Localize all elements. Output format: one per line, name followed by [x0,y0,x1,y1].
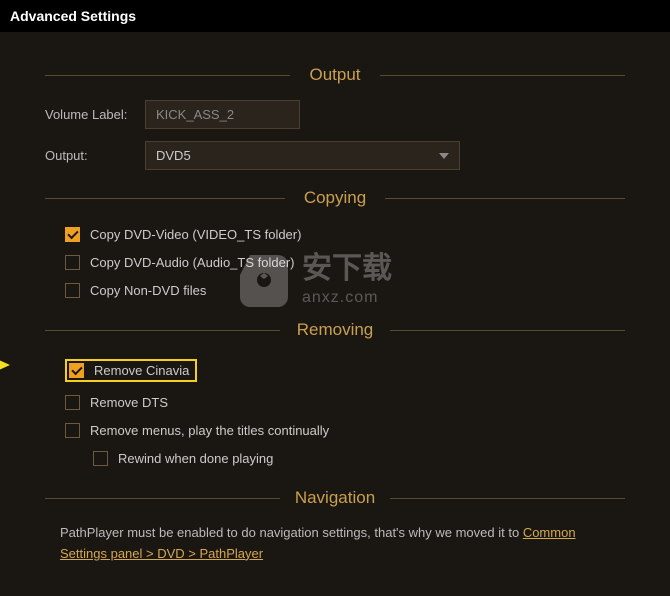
navigation-text: PathPlayer must be enabled to do navigat… [60,523,610,565]
checkbox-icon [65,423,80,438]
highlight-box: Remove Cinavia [65,359,197,382]
output-label-text: Output: [45,148,145,163]
rewind-row[interactable]: Rewind when done playing [93,447,625,470]
remove-cinavia-row[interactable]: Remove Cinavia [65,355,625,386]
checkbox-icon [65,283,80,298]
copy-video-row[interactable]: Copy DVD-Video (VIDEO_TS folder) [65,223,625,246]
section-title-navigation: Navigation [45,488,625,508]
remove-menus-label: Remove menus, play the titles continuall… [90,423,329,438]
section-title-copying: Copying [45,188,625,208]
checkbox-icon [93,451,108,466]
volume-label-text: Volume Label: [45,107,145,122]
rewind-label: Rewind when done playing [118,451,273,466]
copy-nondvd-row[interactable]: Copy Non-DVD files [65,279,625,302]
remove-menus-row[interactable]: Remove menus, play the titles continuall… [65,419,625,442]
copy-audio-row[interactable]: Copy DVD-Audio (Audio_TS folder) [65,251,625,274]
copy-video-label: Copy DVD-Video (VIDEO_TS folder) [90,227,301,242]
copy-nondvd-label: Copy Non-DVD files [90,283,206,298]
volume-label-input[interactable] [145,100,300,129]
checkbox-icon [65,395,80,410]
window-title: Advanced Settings [0,0,670,32]
remove-dts-label: Remove DTS [90,395,168,410]
copy-audio-label: Copy DVD-Audio (Audio_TS folder) [90,255,294,270]
arrow-marker-icon [0,356,5,372]
chevron-down-icon [439,153,449,159]
section-title-removing: Removing [45,320,625,340]
nav-text-span: PathPlayer must be enabled to do navigat… [60,525,523,540]
output-select-value: DVD5 [156,148,191,163]
section-title-output: Output [45,65,625,85]
remove-dts-row[interactable]: Remove DTS [65,391,625,414]
checkbox-icon [65,227,80,242]
checkbox-icon [65,255,80,270]
remove-cinavia-label: Remove Cinavia [94,363,189,378]
checkbox-icon [69,363,84,378]
output-select[interactable]: DVD5 [145,141,460,170]
